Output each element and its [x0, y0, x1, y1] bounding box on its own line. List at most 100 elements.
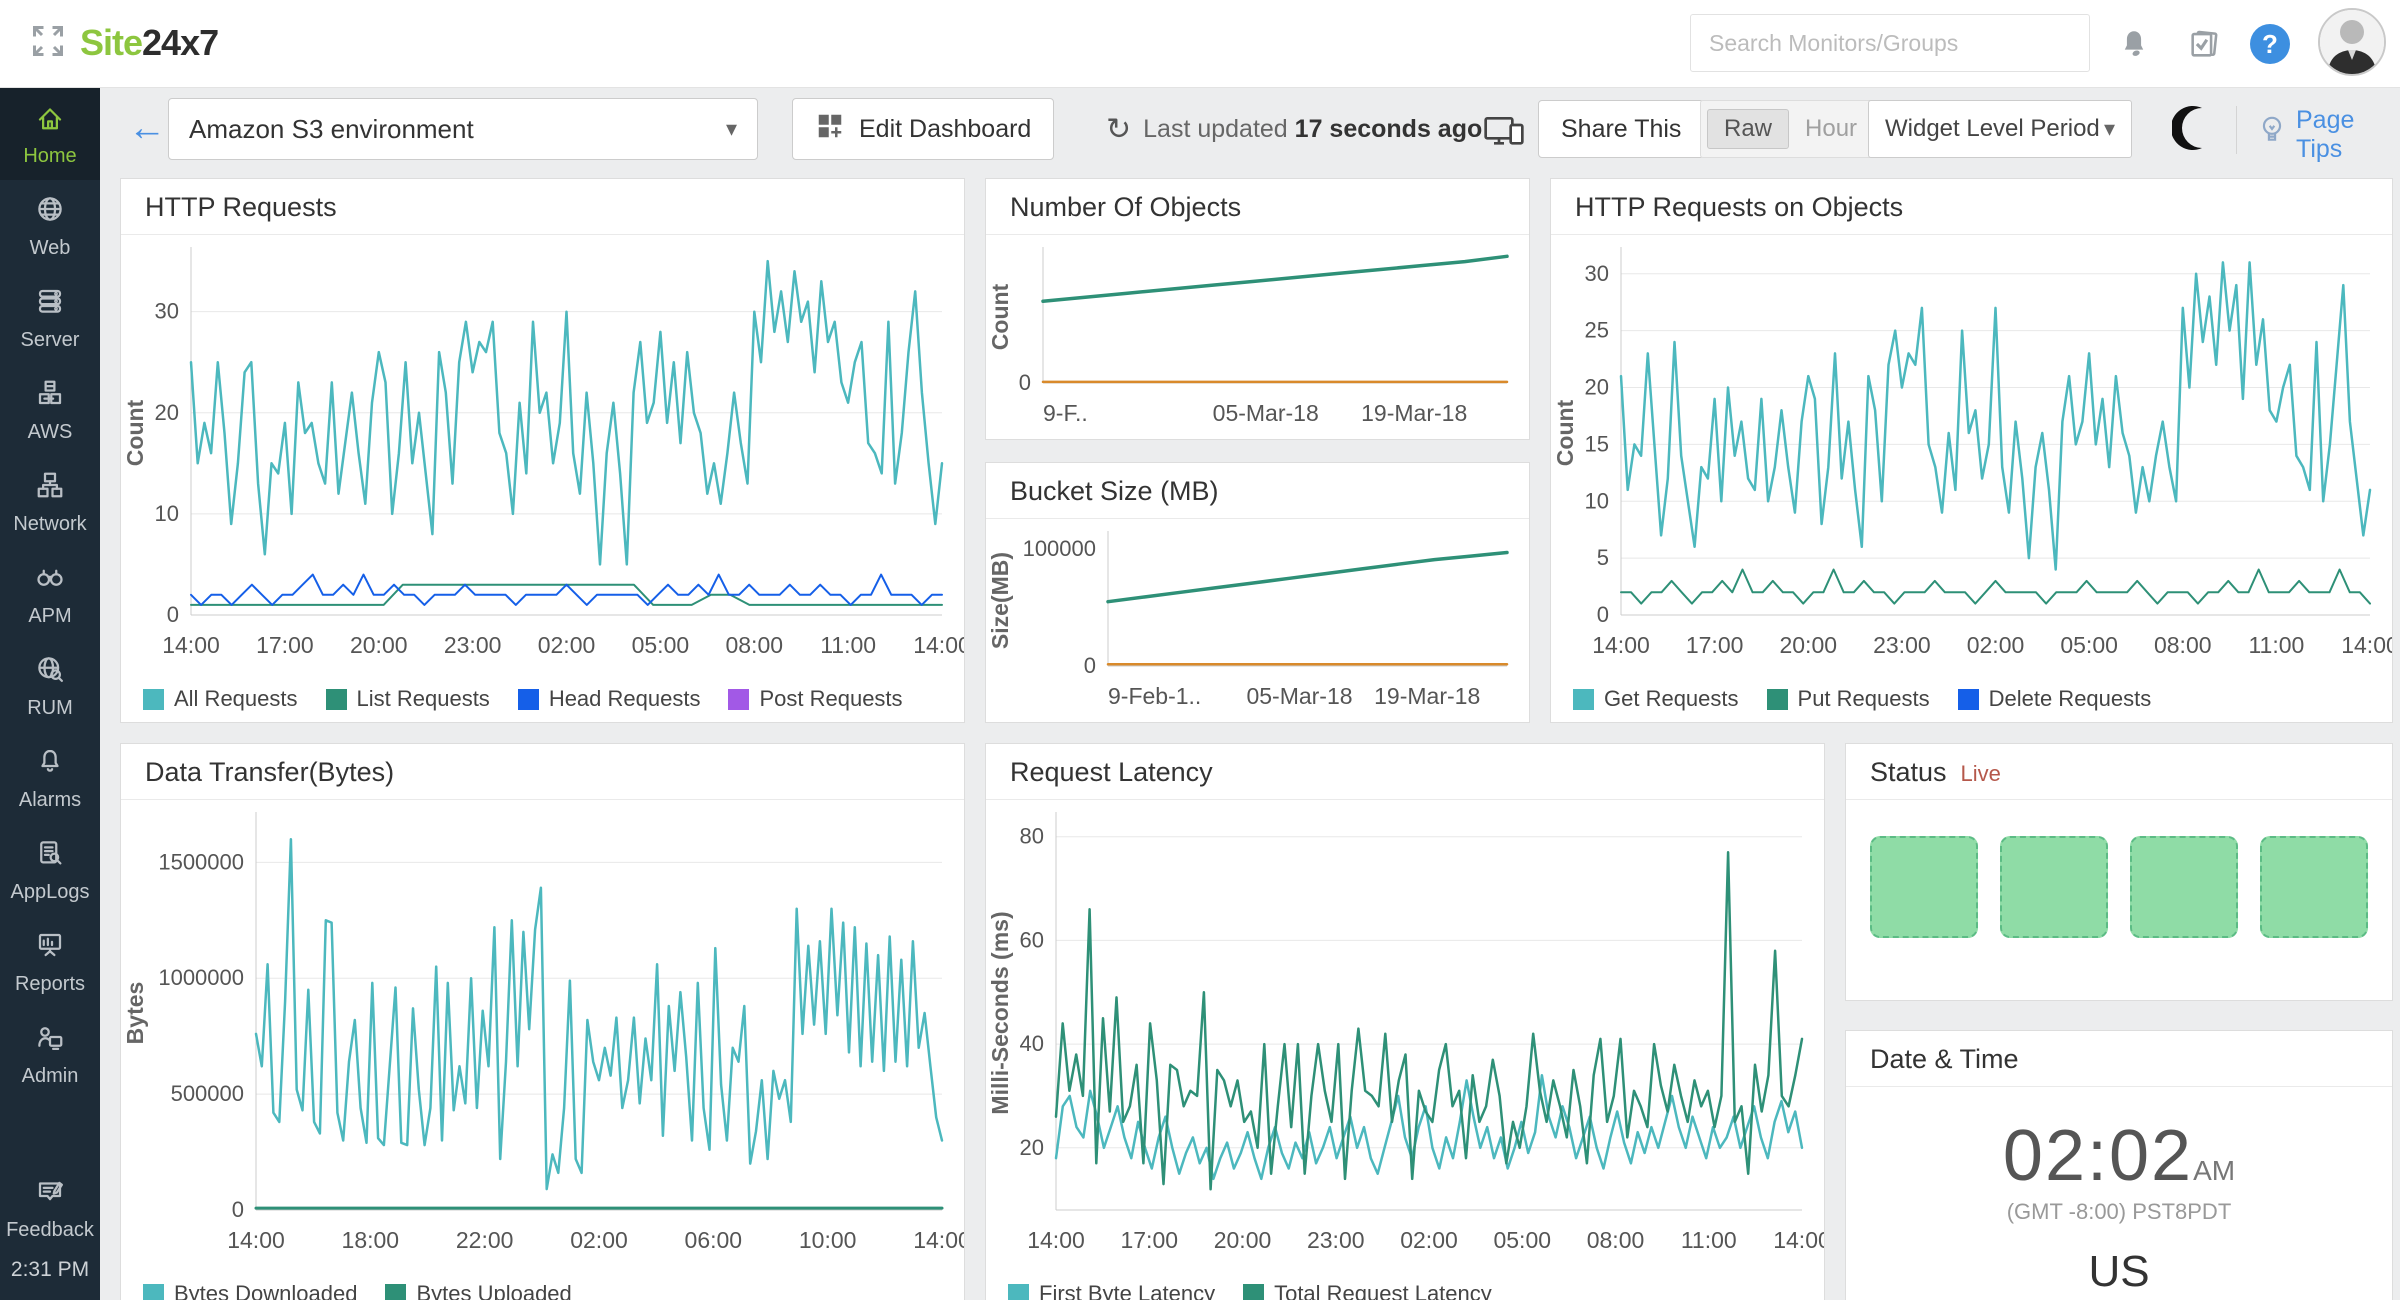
svg-text:Milli-Seconds (ms): Milli-Seconds (ms) [987, 911, 1013, 1114]
legend-chip [1243, 1284, 1264, 1300]
sidebar-item-rum[interactable]: RUM [0, 640, 100, 732]
widget-title: Data Transfer(Bytes) [121, 744, 964, 800]
help-icon[interactable]: ? [2248, 22, 2292, 66]
page-tips-button[interactable]: Page Tips [2258, 106, 2400, 164]
date-time-body: 02:02AM (GMT -8:00) PST8PDT US 23 Mar 20… [1846, 1087, 2392, 1300]
legend-item[interactable]: Head Requests [518, 686, 701, 712]
chart-legend: Get Requests Put Requests Delete Requests [1573, 686, 2151, 712]
legend-item[interactable]: All Requests [143, 686, 298, 712]
sidebar-item-aws[interactable]: AWS [0, 364, 100, 456]
sidebar-item-applogs[interactable]: AppLogs [0, 824, 100, 916]
legend-item[interactable]: Bytes Downloaded [143, 1281, 357, 1300]
svg-text:17:00: 17:00 [1686, 632, 1744, 658]
widget-level-period-select[interactable]: Widget Level Period ▾ [1868, 100, 2132, 158]
clock-timezone: (GMT -8:00) PST8PDT [1846, 1199, 2392, 1225]
legend-label: Delete Requests [1989, 686, 2152, 712]
legend-label: Head Requests [549, 686, 701, 712]
dashboard-select[interactable]: Amazon S3 environment ▾ [168, 98, 758, 160]
devices-icon[interactable] [1482, 110, 1526, 155]
toolbar-divider [2236, 106, 2237, 154]
svg-text:30: 30 [155, 299, 179, 324]
sidebar-clock: 2:31 PM [0, 1258, 100, 1282]
legend-item[interactable]: Delete Requests [1958, 686, 2152, 712]
sidebar-item-label: RUM [27, 697, 73, 720]
svg-text:20: 20 [1585, 375, 1609, 400]
svg-text:14:00: 14:00 [1027, 1227, 1085, 1253]
svg-text:14:00: 14:00 [2341, 632, 2392, 658]
sidebar-item-home[interactable]: Home [0, 88, 100, 180]
back-arrow-icon[interactable]: ← [128, 106, 166, 150]
binoculars-icon [35, 562, 65, 597]
svg-text:19-Mar-18: 19-Mar-18 [1374, 683, 1480, 709]
status-tile[interactable] [2260, 836, 2368, 938]
widget-http-requests-objects: HTTP Requests on Objects 05101520253014:… [1550, 178, 2393, 723]
hour-toggle[interactable]: Hour [1789, 110, 1873, 148]
sidebar-item-web[interactable]: Web [0, 180, 100, 272]
svg-text:06:00: 06:00 [685, 1227, 743, 1253]
svg-text:23:00: 23:00 [444, 632, 502, 658]
sidebar-item-label: Alarms [19, 789, 81, 812]
site24x7-dashboard: Site24x7 ? [0, 0, 2400, 1300]
sidebar-item-admin[interactable]: Admin [0, 1008, 100, 1100]
share-this-button[interactable]: Share This [1538, 100, 1704, 158]
legend-item[interactable]: Post Requests [728, 686, 902, 712]
notifications-bell-icon[interactable] [2112, 22, 2156, 66]
edit-dashboard-button[interactable]: Edit Dashboard [792, 98, 1054, 160]
svg-text:Bytes: Bytes [122, 982, 148, 1045]
report-board-icon [35, 930, 65, 965]
legend-chip [1573, 689, 1594, 710]
request-latency-plot: 2040608014:0017:0020:0023:0002:0005:0008… [986, 800, 1824, 1262]
legend-label: All Requests [174, 686, 298, 712]
logo[interactable]: Site24x7 [30, 22, 218, 64]
sidebar-item-label: Network [13, 513, 86, 536]
legend-item[interactable]: List Requests [326, 686, 490, 712]
svg-text:14:00: 14:00 [1773, 1227, 1824, 1253]
legend-item[interactable]: Bytes Uploaded [385, 1281, 571, 1300]
top-header: Site24x7 ? [0, 0, 2400, 88]
user-avatar[interactable] [2318, 8, 2386, 76]
sidebar-item-feedback[interactable]: Feedback [0, 1162, 100, 1254]
svg-text:05:00: 05:00 [2060, 632, 2118, 658]
sidebar-item-reports[interactable]: Reports [0, 916, 100, 1008]
widget-title: HTTP Requests on Objects [1551, 179, 2392, 235]
left-sidebar: HomeWeb Server AWS Network APM RUM Alarms AppLo… [0, 88, 100, 1300]
svg-text:02:00: 02:00 [1967, 632, 2025, 658]
legend-chip [518, 689, 539, 710]
legend-item[interactable]: First Byte Latency [1008, 1281, 1215, 1300]
sidebar-item-label: Server [21, 329, 80, 352]
clock-ampm: AM [2193, 1155, 2235, 1186]
lightbulb-icon [2258, 115, 2286, 156]
legend-item[interactable]: Put Requests [1767, 686, 1930, 712]
svg-text:11:00: 11:00 [2248, 632, 2304, 658]
legend-item[interactable]: Total Request Latency [1243, 1281, 1492, 1300]
legend-item[interactable]: Get Requests [1573, 686, 1739, 712]
sidebar-item-server[interactable]: Server [0, 272, 100, 364]
page-tips-label: Page Tips [2296, 106, 2400, 164]
bucket-size-chart: 01000009-Feb-1..05-Mar-1819-Mar-18Size(M… [986, 519, 1529, 718]
status-tile[interactable] [2000, 836, 2108, 938]
data-transfer-chart: 05000001000000150000014:0018:0022:0002:0… [121, 800, 964, 1262]
status-tile[interactable] [2130, 836, 2238, 938]
svg-text:1000000: 1000000 [158, 965, 244, 990]
expand-arrows-icon[interactable] [30, 23, 66, 64]
status-tile[interactable] [1870, 836, 1978, 938]
last-updated-value: 17 seconds ago [1295, 115, 1483, 143]
sidebar-item-network[interactable]: Network [0, 456, 100, 548]
sidebar-item-label: AppLogs [11, 881, 90, 904]
refresh-icon[interactable]: ↻ [1106, 112, 1131, 147]
svg-text:9-Feb-1..: 9-Feb-1.. [1108, 683, 1201, 709]
svg-text:0: 0 [1019, 370, 1031, 395]
dark-mode-moon-icon[interactable] [2172, 104, 2220, 157]
svg-text:500000: 500000 [171, 1081, 244, 1106]
svg-text:Count: Count [987, 283, 1013, 350]
tasks-icon[interactable] [2182, 22, 2226, 66]
sidebar-item-alarms[interactable]: Alarms [0, 732, 100, 824]
svg-text:20:00: 20:00 [1214, 1227, 1272, 1253]
cubes-icon [35, 378, 65, 413]
sidebar-item-apm[interactable]: APM [0, 548, 100, 640]
chevron-down-icon: ▾ [726, 116, 737, 142]
search-input[interactable] [1690, 14, 2090, 72]
raw-toggle[interactable]: Raw [1707, 109, 1789, 149]
svg-text:20:00: 20:00 [1779, 632, 1837, 658]
widget-title: Bucket Size (MB) [986, 463, 1529, 519]
